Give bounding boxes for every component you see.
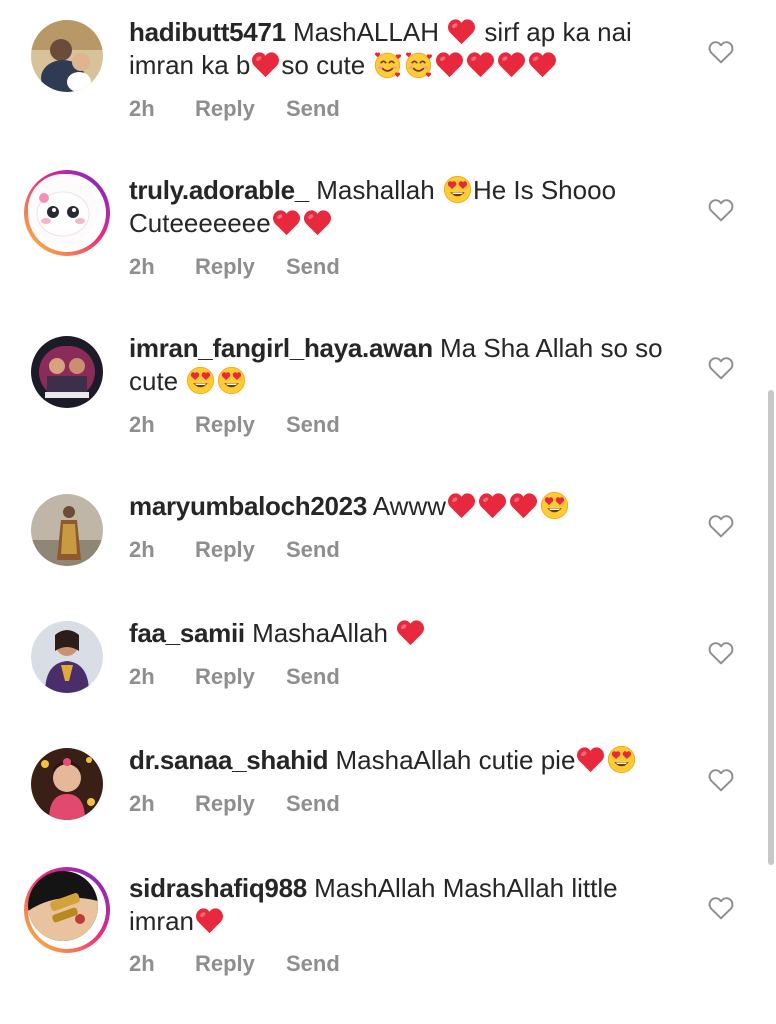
scrollbar[interactable] — [768, 390, 774, 865]
comment-text-segment: MashaAllah cutie pie — [335, 745, 576, 775]
avatar[interactable] — [31, 494, 103, 566]
comments-list: hadibutt5471 MashALLAH sirf ap ka nai im… — [0, 0, 776, 1024]
red-heart-emoji — [465, 50, 496, 79]
red-heart-emoji — [575, 745, 606, 774]
send-button[interactable]: Send — [286, 664, 340, 690]
smiling-face-with-heart-eyes-emoji — [539, 491, 570, 520]
red-heart-emoji — [395, 618, 426, 647]
avatar[interactable] — [24, 170, 110, 256]
comment-text-segment: MashaAllah — [252, 618, 396, 648]
comment-time: 2h — [129, 791, 155, 816]
reply-button[interactable]: Reply — [195, 951, 286, 977]
red-heart-emoji — [446, 491, 477, 520]
comment-time: 2h — [129, 96, 155, 121]
smiling-face-with-hearts-emoji — [403, 50, 434, 79]
comment-text: imran_fangirl_haya.awan Ma Sha Allah so … — [129, 332, 689, 398]
comment-meta: 2h Reply Send — [129, 537, 340, 563]
red-heart-emoji — [271, 208, 302, 237]
comment-meta: 2h Reply Send — [129, 254, 340, 280]
send-button[interactable]: Send — [286, 96, 340, 122]
red-heart-emoji — [250, 50, 281, 79]
like-heart-icon[interactable] — [708, 641, 734, 665]
avatar[interactable] — [31, 748, 103, 820]
send-button[interactable]: Send — [286, 791, 340, 817]
comment-username[interactable]: dr.sanaa_shahid — [129, 745, 329, 775]
comment-text: truly.adorable_ Mashallah He Is Shooo Cu… — [129, 174, 689, 240]
avatar[interactable] — [31, 336, 103, 408]
send-button[interactable]: Send — [286, 951, 340, 977]
red-heart-emoji — [194, 906, 225, 935]
comment-text: dr.sanaa_shahid MashaAllah cutie pie — [129, 744, 689, 777]
red-heart-emoji — [477, 491, 508, 520]
comment-text: maryumbaloch2023 Awww — [129, 490, 689, 523]
reply-button[interactable]: Reply — [195, 537, 286, 563]
reply-button[interactable]: Reply — [195, 254, 286, 280]
smiling-face-with-heart-eyes-emoji — [442, 175, 473, 204]
smiling-face-with-heart-eyes-emoji — [185, 366, 216, 395]
comment-meta: 2h Reply Send — [129, 791, 340, 817]
reply-button[interactable]: Reply — [195, 791, 286, 817]
comment-username[interactable]: faa_samii — [129, 618, 245, 648]
smiling-face-with-heart-eyes-emoji — [216, 366, 247, 395]
comment-meta: 2h Reply Send — [129, 951, 340, 977]
comment-body: MashaAllah cutie pie — [336, 745, 638, 775]
red-heart-emoji — [508, 491, 539, 520]
reply-button[interactable]: Reply — [195, 412, 286, 438]
reply-button[interactable]: Reply — [195, 664, 286, 690]
comment-time: 2h — [129, 537, 155, 562]
comment-username[interactable]: hadibutt5471 — [129, 17, 286, 47]
comment-text-segment: Mashallah — [316, 175, 442, 205]
avatar[interactable] — [24, 867, 110, 953]
comment-username[interactable]: imran_fangirl_haya.awan — [129, 333, 433, 363]
comment-text: faa_samii MashaAllah — [129, 617, 689, 650]
comment-text-segment: so cute — [281, 50, 373, 80]
comment-time: 2h — [129, 664, 155, 689]
red-heart-emoji — [496, 50, 527, 79]
comment-text: hadibutt5471 MashALLAH sirf ap ka nai im… — [129, 16, 689, 82]
avatar[interactable] — [31, 621, 103, 693]
comment-meta: 2h Reply Send — [129, 96, 340, 122]
reply-button[interactable]: Reply — [195, 96, 286, 122]
comment-meta: 2h Reply Send — [129, 664, 340, 690]
smiling-face-with-hearts-emoji — [372, 50, 403, 79]
red-heart-emoji — [446, 17, 477, 46]
comment-body: MashaAllah — [252, 618, 426, 648]
comment-body: Awww — [373, 491, 570, 521]
smiling-face-with-heart-eyes-emoji — [606, 745, 637, 774]
comment-time: 2h — [129, 254, 155, 279]
comment-username[interactable]: truly.adorable_ — [129, 175, 309, 205]
like-heart-icon[interactable] — [708, 356, 734, 380]
comment-text: sidrashafiq988 MashAllah MashAllah littl… — [129, 872, 689, 938]
comment-text-segment: MashALLAH — [293, 17, 447, 47]
send-button[interactable]: Send — [286, 537, 340, 563]
comment-username[interactable]: maryumbaloch2023 — [129, 491, 367, 521]
like-heart-icon[interactable] — [708, 40, 734, 64]
send-button[interactable]: Send — [286, 254, 340, 280]
like-heart-icon[interactable] — [708, 514, 734, 538]
red-heart-emoji — [527, 50, 558, 79]
avatar[interactable] — [31, 20, 103, 92]
red-heart-emoji — [434, 50, 465, 79]
comment-username[interactable]: sidrashafiq988 — [129, 873, 307, 903]
like-heart-icon[interactable] — [708, 768, 734, 792]
like-heart-icon[interactable] — [708, 198, 734, 222]
comment-text-segment: Awww — [372, 491, 446, 521]
comment-meta: 2h Reply Send — [129, 412, 340, 438]
red-heart-emoji — [302, 208, 333, 237]
send-button[interactable]: Send — [286, 412, 340, 438]
like-heart-icon[interactable] — [708, 896, 734, 920]
comment-time: 2h — [129, 412, 155, 437]
comment-time: 2h — [129, 951, 155, 976]
